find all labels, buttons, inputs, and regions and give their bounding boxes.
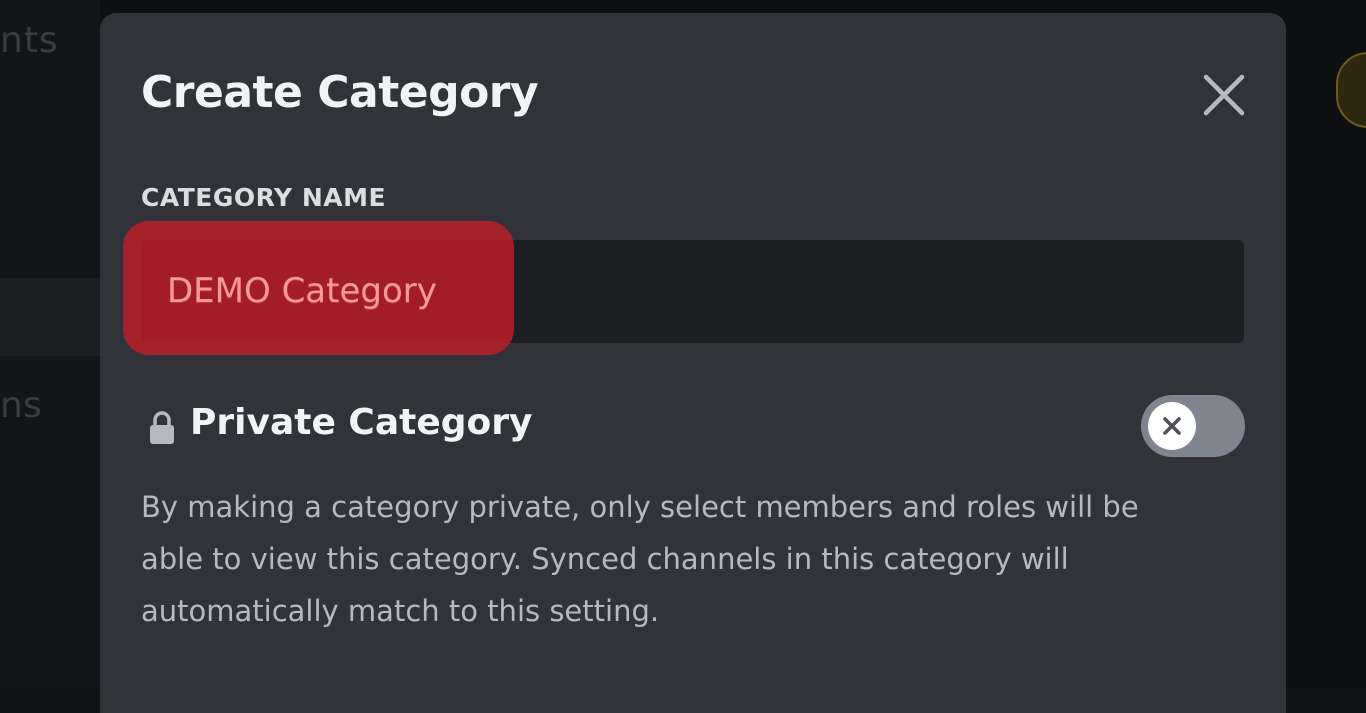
private-category-row: Private Category <box>141 395 1245 468</box>
background-sidebar-text: ns <box>0 385 42 426</box>
toggle-off-x-icon <box>1163 417 1181 435</box>
private-category-label: Private Category <box>190 402 533 443</box>
close-button[interactable] <box>1198 69 1250 121</box>
modal-title: Create Category <box>141 67 539 118</box>
category-name-label: CATEGORY NAME <box>141 183 387 212</box>
category-name-field <box>141 240 1244 343</box>
lock-icon <box>147 410 177 446</box>
toggle-knob <box>1148 402 1196 450</box>
create-category-modal: Create Category CATEGORY NAME DEMO Categ… <box>100 13 1286 713</box>
background-sidebar-selected-item <box>0 278 100 356</box>
category-name-input[interactable] <box>141 240 1244 343</box>
private-category-description: By making a category private, only selec… <box>141 490 1139 628</box>
close-icon <box>1198 69 1250 121</box>
background-sidebar-text: nts <box>0 20 59 61</box>
private-category-toggle[interactable] <box>1141 395 1245 457</box>
